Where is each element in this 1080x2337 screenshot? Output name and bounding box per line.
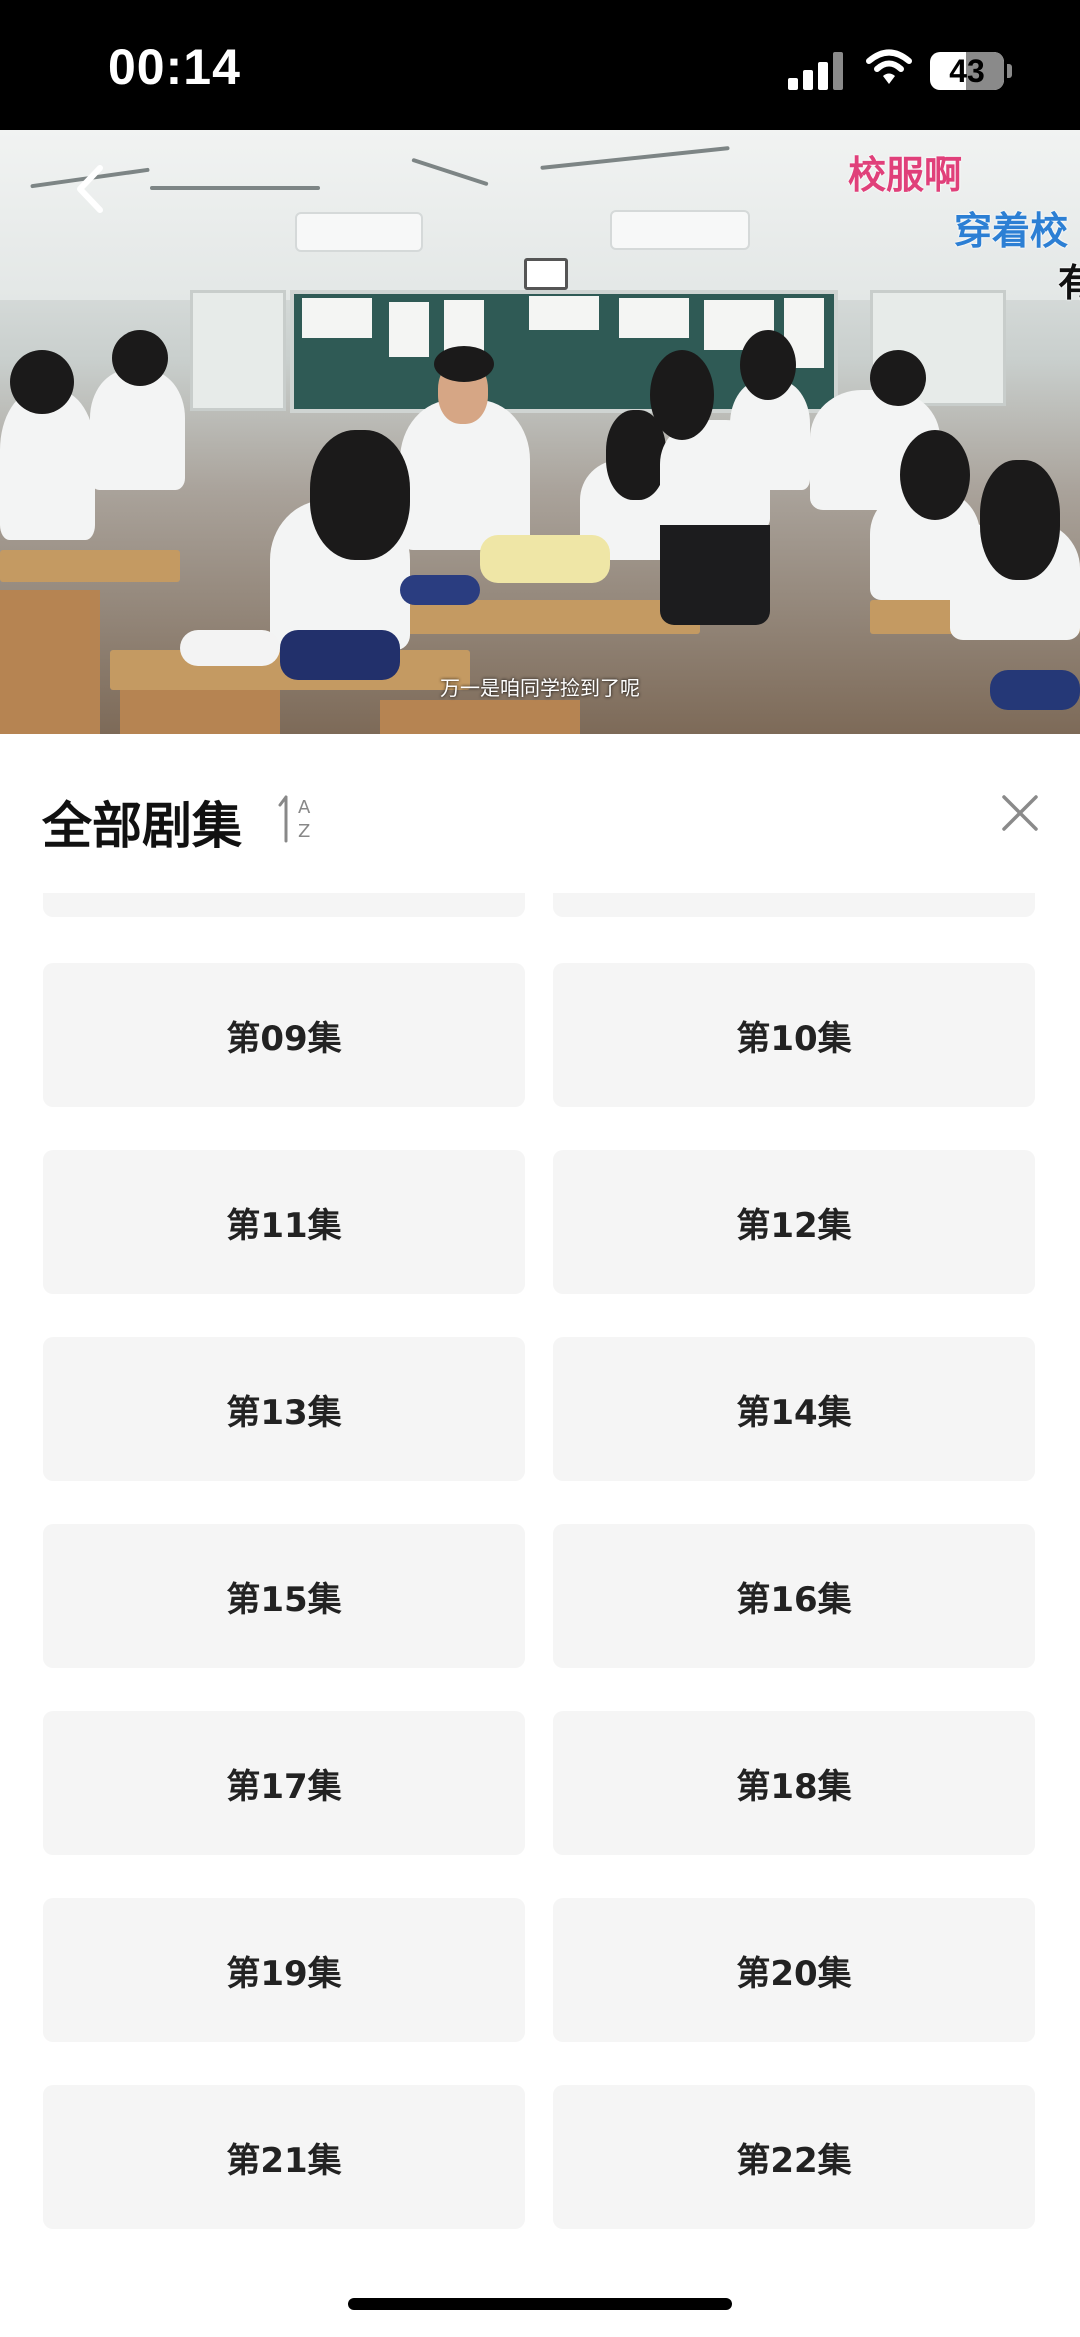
clothes: [400, 575, 480, 605]
episode-button[interactable]: 第09集: [43, 963, 525, 1107]
wifi-icon: [866, 49, 912, 84]
close-icon[interactable]: [1000, 793, 1040, 833]
episode-button[interactable]: 第14集: [553, 1337, 1035, 1481]
desk: [0, 550, 180, 582]
episode-grid: 第09集 第10集 第11集 第12集 第13集 第14集 第15集 第16集 …: [43, 893, 1035, 2233]
episode-button[interactable]: 第19集: [43, 1898, 525, 2042]
episode-button[interactable]: 第16集: [553, 1524, 1035, 1668]
home-indicator[interactable]: [348, 2298, 732, 2310]
danmaku-comment: 校服啊: [848, 153, 963, 197]
wall-clock: [524, 258, 568, 290]
episode-button[interactable]: 第21集: [43, 2085, 525, 2229]
video-subtitle: 万一是咱同学捡到了呢: [440, 676, 640, 700]
chevron-left-icon[interactable]: [70, 162, 110, 216]
video-player[interactable]: 校服啊 穿着校 有: [0, 130, 1080, 734]
danmaku-comment: 穿着校: [954, 209, 1069, 253]
episode-button[interactable]: 第12集: [553, 1150, 1035, 1294]
episode-button[interactable]: 第20集: [553, 1898, 1035, 2042]
ceiling-fan: [150, 186, 320, 190]
air-conditioner: [295, 212, 423, 252]
desk: [400, 600, 700, 634]
battery-icon: 43: [930, 52, 1004, 90]
episode-button[interactable]: 第11集: [43, 1150, 525, 1294]
air-conditioner: [610, 210, 750, 250]
episode-button[interactable]: 第17集: [43, 1711, 525, 1855]
chair: [380, 700, 580, 734]
danmaku-comment: 有: [1058, 261, 1080, 305]
episode-button[interactable]: 第22集: [553, 2085, 1035, 2229]
svg-text:Z: Z: [298, 821, 310, 842]
battery-tip: [1007, 64, 1012, 78]
episode-button[interactable]: 第10集: [553, 963, 1035, 1107]
svg-text:A: A: [298, 797, 311, 818]
episode-button[interactable]: [553, 893, 1035, 917]
side-board: [190, 290, 286, 411]
episode-button[interactable]: 第15集: [43, 1524, 525, 1668]
status-bar: 00:14 43: [0, 0, 1080, 130]
episode-button[interactable]: 第18集: [553, 1711, 1035, 1855]
status-time: 00:14: [108, 39, 241, 95]
sheet-title: 全部剧集: [42, 797, 242, 855]
signal-icon: [788, 52, 846, 90]
sort-az-icon[interactable]: A Z: [276, 793, 322, 843]
episode-button[interactable]: [43, 893, 525, 917]
battery-level: 43: [949, 53, 985, 89]
chair: [0, 590, 100, 734]
bag: [480, 535, 610, 583]
episode-button[interactable]: 第13集: [43, 1337, 525, 1481]
clothes: [180, 630, 280, 666]
